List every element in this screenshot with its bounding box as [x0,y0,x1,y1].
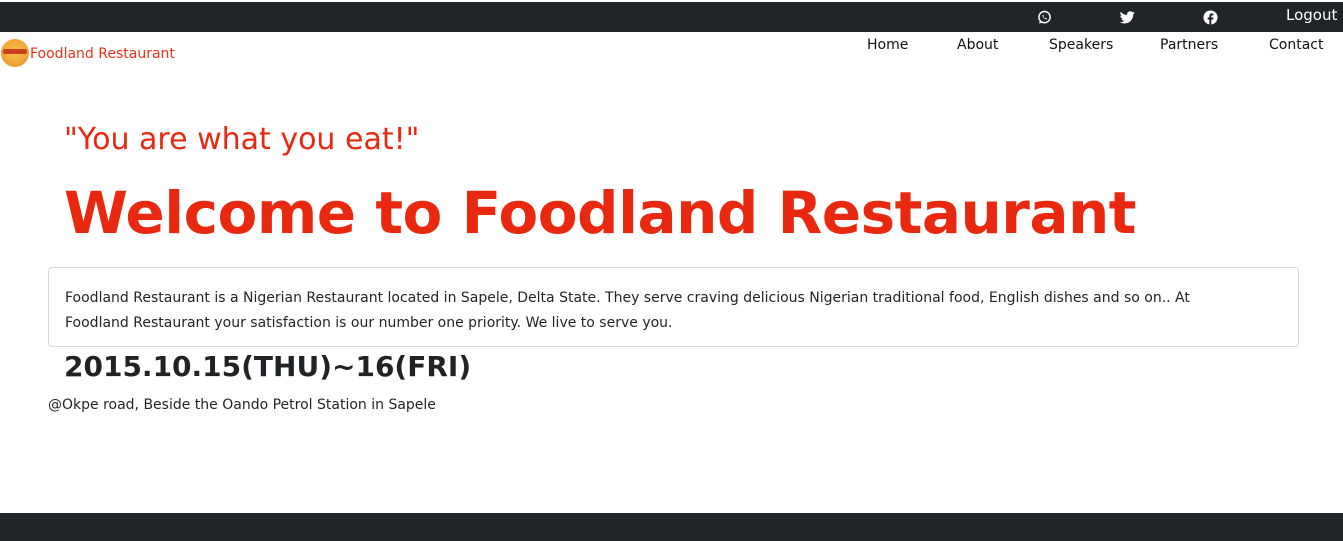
twitter-icon[interactable] [1118,8,1136,26]
nav-contact[interactable]: Contact [1269,37,1323,53]
brand-name: Foodland Restaurant [30,46,175,62]
facebook-icon[interactable] [1201,8,1219,26]
description-box: Foodland Restaurant is a Nigerian Restau… [48,267,1299,347]
footer-bar [0,513,1343,541]
main-navbar: Foodland Restaurant Home About Speakers … [0,32,1343,72]
event-date: 2015.10.15(THU)~16(FRI) [64,350,472,383]
address-text: @Okpe road, Beside the Oando Petrol Stat… [48,397,436,413]
hero-quote: "You are what you eat!" [64,122,420,157]
whatsapp-icon[interactable] [1035,8,1053,26]
top-bar: Logout [0,2,1343,32]
nav-partners[interactable]: Partners [1160,37,1218,53]
logout-link[interactable]: Logout [1286,6,1337,24]
brand-link[interactable]: Foodland Restaurant [1,39,175,67]
nav-speakers[interactable]: Speakers [1049,37,1113,53]
nav-about[interactable]: About [957,37,998,53]
page-title: Welcome to Foodland Restaurant [64,179,1137,247]
nav-home[interactable]: Home [867,37,908,53]
restaurant-logo-icon [1,39,29,67]
description-text: Foodland Restaurant is a Nigerian Restau… [65,290,1190,331]
